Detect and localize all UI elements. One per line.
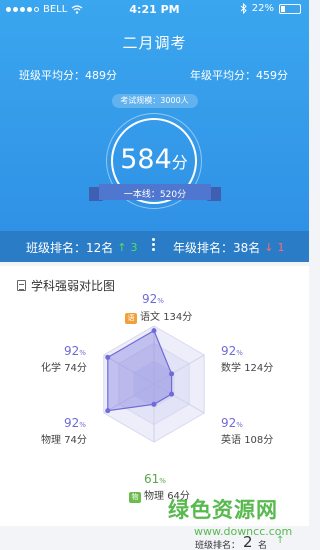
pct-physics-bottom: 61% <box>144 472 166 486</box>
pct-english: 92% <box>221 416 243 430</box>
pct-chinese: 92% <box>142 292 164 306</box>
watermark: 绿色资源网 www.downcc.com <box>168 494 304 544</box>
grade-rank-label: 年级排名：38名 <box>173 241 261 255</box>
watermark-main: 绿色资源网 <box>168 498 278 522</box>
battery-percent: 22% <box>251 3 274 14</box>
grade-average: 年级平均分：459分 <box>190 69 288 82</box>
radar-point <box>151 401 157 407</box>
line-ribbon: 一本线：520分 <box>89 183 221 205</box>
ranking-bar: 班级排名：12名 ↑ 3 年级排名：38名 ↓ 1 <box>0 231 309 262</box>
label-chemistry: 化学 74分 <box>41 363 87 374</box>
subject-radar-chart: 92% 语语文 134分 92% 数学 124分 92% 英语 108分 61%… <box>0 266 309 526</box>
more-icon[interactable] <box>152 238 156 253</box>
label-english: 英语 108分 <box>221 435 274 446</box>
radar-point <box>151 328 157 334</box>
score-header: BELL 4:21 PM 22% 二月调考 班级平均分：489分 年级平均分：4… <box>0 0 309 262</box>
exam-size-badge: 考试规模：3000人 <box>111 94 198 108</box>
radar-point <box>169 391 175 397</box>
grade-rank: 年级排名：38名 ↓ 1 <box>173 239 285 256</box>
rank-down-icon: ↓ <box>264 241 274 254</box>
subject-icon: 物 <box>129 492 141 503</box>
status-right: 22% <box>240 3 301 14</box>
battery-level <box>281 5 285 12</box>
pct-physics-left: 92% <box>64 416 86 430</box>
class-rank: 班级排名：12名 ↑ 3 <box>26 239 138 256</box>
tier-line-label: 一本线：520分 <box>123 190 187 200</box>
total-score: 584分 <box>113 144 195 175</box>
rank-up-icon: ↑ <box>117 241 127 254</box>
class-rank-label: 班级排名：12名 <box>26 241 114 255</box>
exam-title: 二月调考 <box>122 34 187 52</box>
class-average: 班级平均分：489分 <box>19 69 117 82</box>
bluetooth-icon <box>240 3 247 14</box>
subject-icon: 语 <box>125 313 137 324</box>
class-rank-change: 3 <box>130 241 138 254</box>
radar-point <box>169 371 175 377</box>
grade-rank-change: 1 <box>277 241 285 254</box>
radar-point <box>105 354 111 360</box>
label-chinese: 语语文 134分 <box>125 308 192 324</box>
score-unit: 分 <box>171 153 188 172</box>
label-physics-left: 物理 74分 <box>41 435 87 446</box>
label-math: 数学 124分 <box>221 363 274 374</box>
pct-chemistry: 92% <box>64 344 86 358</box>
battery-icon <box>279 3 301 14</box>
pct-math: 92% <box>221 344 243 358</box>
score-value: 584 <box>120 144 172 175</box>
radar-point <box>105 408 111 414</box>
watermark-url: www.downcc.com <box>194 525 293 538</box>
status-bar: BELL 4:21 PM 22% <box>0 0 309 20</box>
